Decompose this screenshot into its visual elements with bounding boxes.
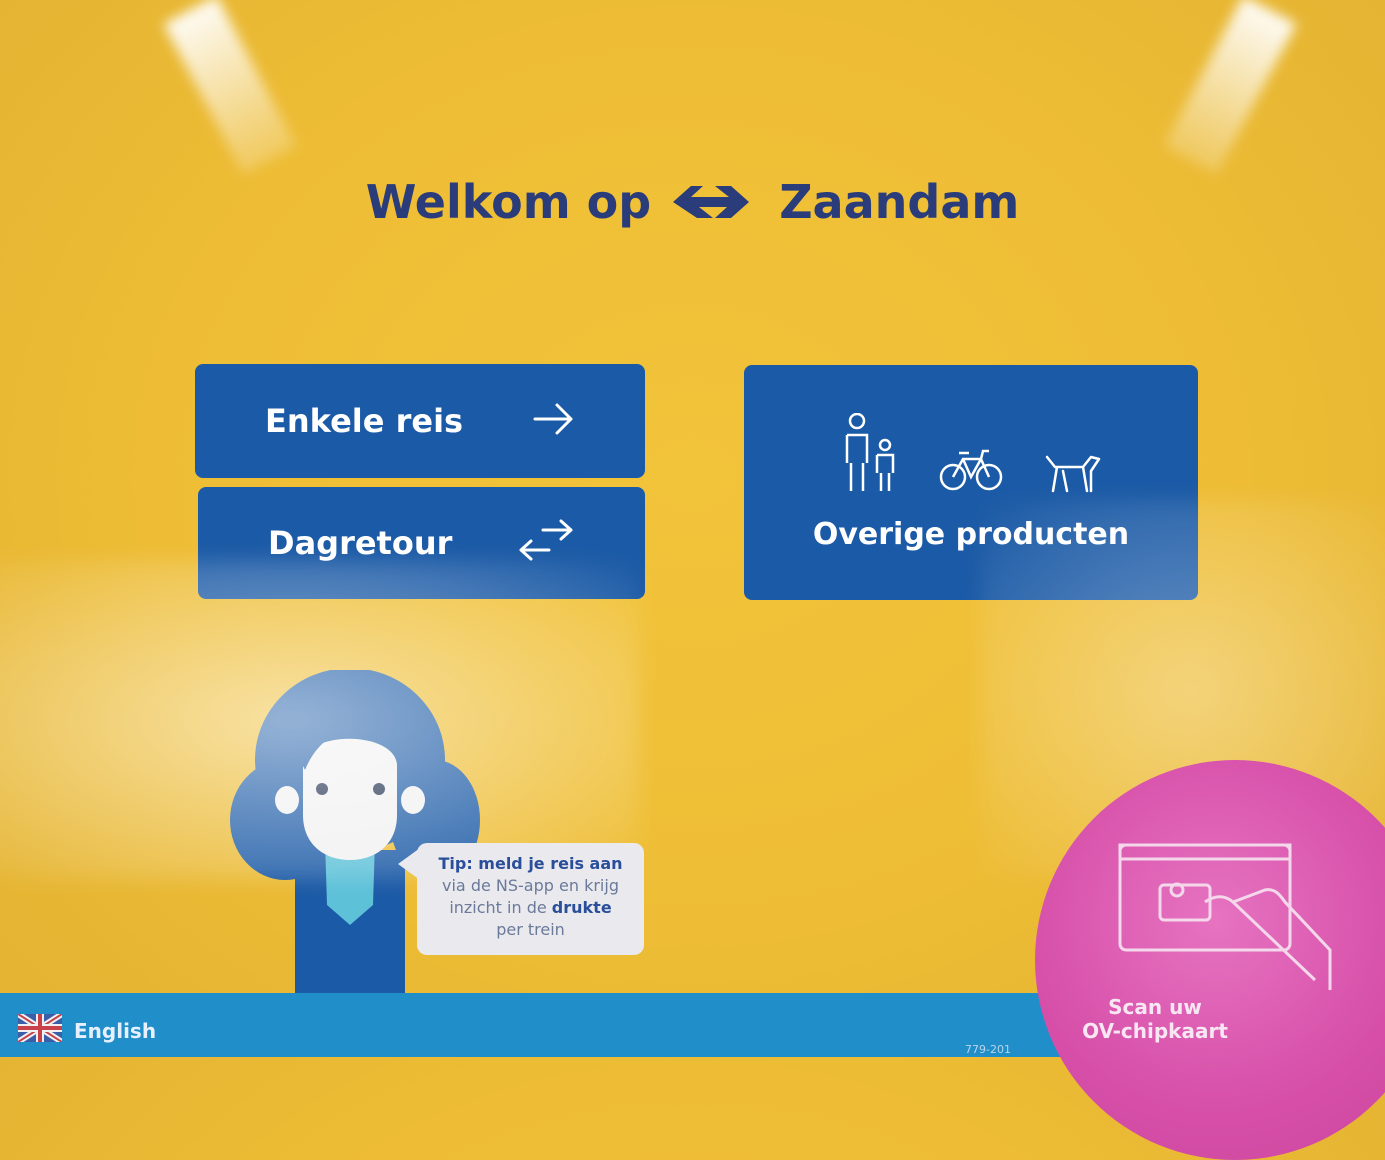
dog-icon: [1043, 447, 1103, 497]
other-products-label: Overige producten: [812, 517, 1130, 552]
ns-logo-icon: [669, 181, 761, 223]
language-button[interactable]: English: [16, 1011, 157, 1047]
scan-card-label: Scan uw OV-chipkaart: [1075, 995, 1235, 1043]
tip-line-1: Tip: meld je reis aan: [438, 854, 623, 873]
single-journey-label: Enkele reis: [265, 402, 464, 440]
day-return-button[interactable]: Dagretour: [198, 487, 645, 599]
language-label: English: [74, 1018, 157, 1043]
tip-line-4: per trein: [496, 920, 565, 939]
tip-line-3: inzicht in de drukte: [425, 897, 636, 919]
arrow-right-icon: [533, 402, 575, 440]
title-station: Zaandam: [779, 175, 1020, 229]
card-scan-icon: [1115, 840, 1345, 994]
tip-line-2: via de NS-app en krijg: [442, 876, 619, 895]
machine-id: 779-201: [965, 1043, 1011, 1056]
tip-line-3a: inzicht in de: [449, 898, 552, 917]
title-welcome: Welkom op: [365, 175, 652, 229]
arrows-both-ways-icon: [517, 518, 575, 568]
scan-line-1: Scan uw: [1108, 995, 1202, 1019]
single-journey-button[interactable]: Enkele reis: [195, 364, 645, 478]
screen-glare: [163, 0, 297, 175]
scan-card-button[interactable]: [1035, 760, 1385, 1160]
bicycle-icon: [939, 447, 1003, 497]
other-products-button[interactable]: Overige producten: [744, 365, 1198, 600]
screen-glare: [1163, 0, 1297, 175]
uk-flag-icon: [16, 1011, 64, 1047]
tip-line-3b: drukte: [551, 898, 612, 917]
tip-bubble: Tip: meld je reis aan via de NS-app en k…: [417, 843, 644, 955]
scan-line-2: OV-chipkaart: [1082, 1019, 1228, 1043]
persons-icon: [839, 412, 899, 497]
page-title: Welkom op Zaandam: [0, 175, 1385, 229]
day-return-label: Dagretour: [268, 524, 453, 562]
